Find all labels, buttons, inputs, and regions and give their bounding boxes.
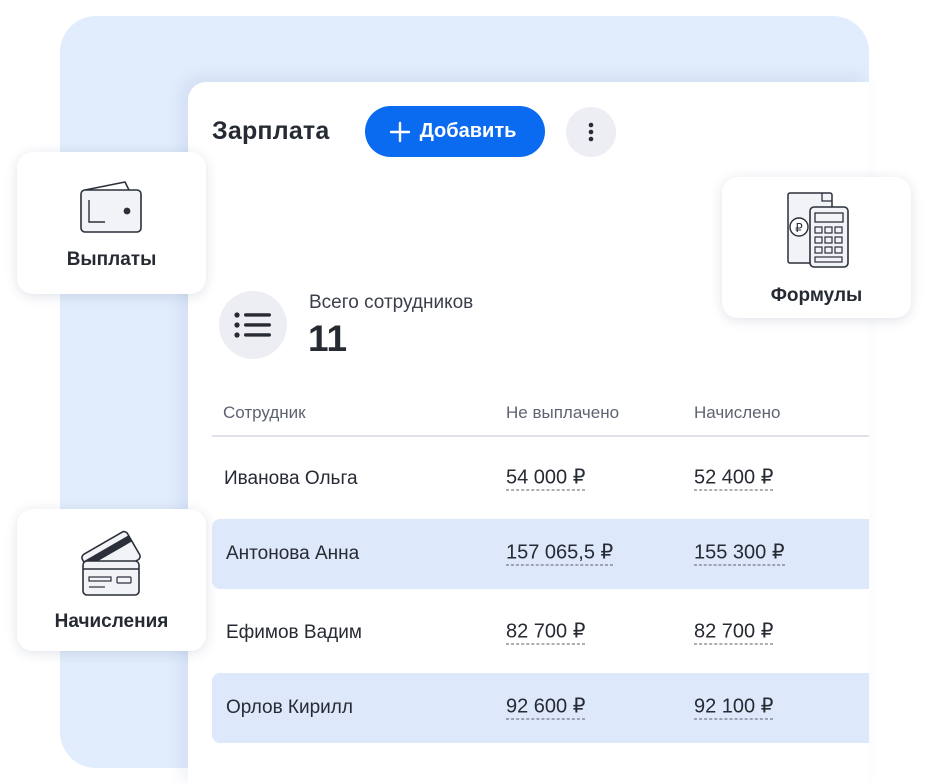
employee-name: Иванова Ольга: [224, 468, 358, 489]
more-options-button[interactable]: [566, 107, 616, 157]
accrued-amount[interactable]: 155 300 ₽: [694, 542, 785, 566]
accrued-amount[interactable]: 82 700 ₽: [694, 621, 774, 645]
employee-name: Антонова Анна: [226, 543, 360, 564]
unpaid-amount[interactable]: 92 600 ₽: [506, 696, 586, 720]
list-icon: [234, 312, 271, 338]
table-header-divider: [212, 435, 869, 437]
column-header-accrued: Начислено: [694, 403, 781, 422]
page-title: Зарплата: [212, 117, 330, 145]
add-button-label: Добавить: [419, 120, 517, 142]
add-button[interactable]: Добавить: [365, 106, 545, 157]
accruals-label: Начисления: [54, 611, 169, 632]
unpaid-amount[interactable]: 54 000 ₽: [506, 467, 586, 491]
credit-cards-icon: [81, 530, 141, 596]
more-vertical-icon: [588, 122, 594, 142]
column-header-unpaid: Не выплачено: [506, 403, 620, 422]
svg-text:₽: ₽: [795, 221, 803, 235]
plus-icon: [389, 121, 410, 142]
accruals-card[interactable]: Начисления: [17, 509, 206, 651]
employees-total-label: Всего сотрудников: [309, 292, 474, 313]
payouts-card[interactable]: Выплаты: [17, 152, 206, 294]
unpaid-amount[interactable]: 157 065,5 ₽: [506, 542, 614, 566]
accrued-amount[interactable]: 92 100 ₽: [694, 696, 774, 720]
calculator-icon: ₽: [787, 192, 849, 268]
table-row[interactable]: Орлов Кирилл 92 600 ₽ 92 100 ₽: [212, 673, 869, 743]
table-row[interactable]: Антонова Анна 157 065,5 ₽ 155 300 ₽: [212, 519, 869, 589]
column-header-employee: Сотрудник: [223, 403, 306, 422]
summary-icon-circle: [219, 291, 287, 359]
employees-total-value: 11: [308, 318, 348, 359]
employee-name: Ефимов Вадим: [226, 622, 362, 643]
table-row[interactable]: Ефимов Вадим 82 700 ₽ 82 700 ₽: [212, 598, 869, 668]
unpaid-amount[interactable]: 82 700 ₽: [506, 621, 586, 645]
table-row[interactable]: Иванова Ольга 54 000 ₽ 52 400 ₽: [212, 444, 869, 514]
employee-name: Орлов Кирилл: [226, 697, 353, 718]
formulas-label: Формулы: [770, 285, 863, 306]
accrued-amount[interactable]: 52 400 ₽: [694, 467, 774, 491]
payouts-label: Выплаты: [66, 249, 157, 270]
formulas-card[interactable]: ₽ Формулы: [722, 177, 911, 318]
wallet-icon: [80, 181, 142, 233]
